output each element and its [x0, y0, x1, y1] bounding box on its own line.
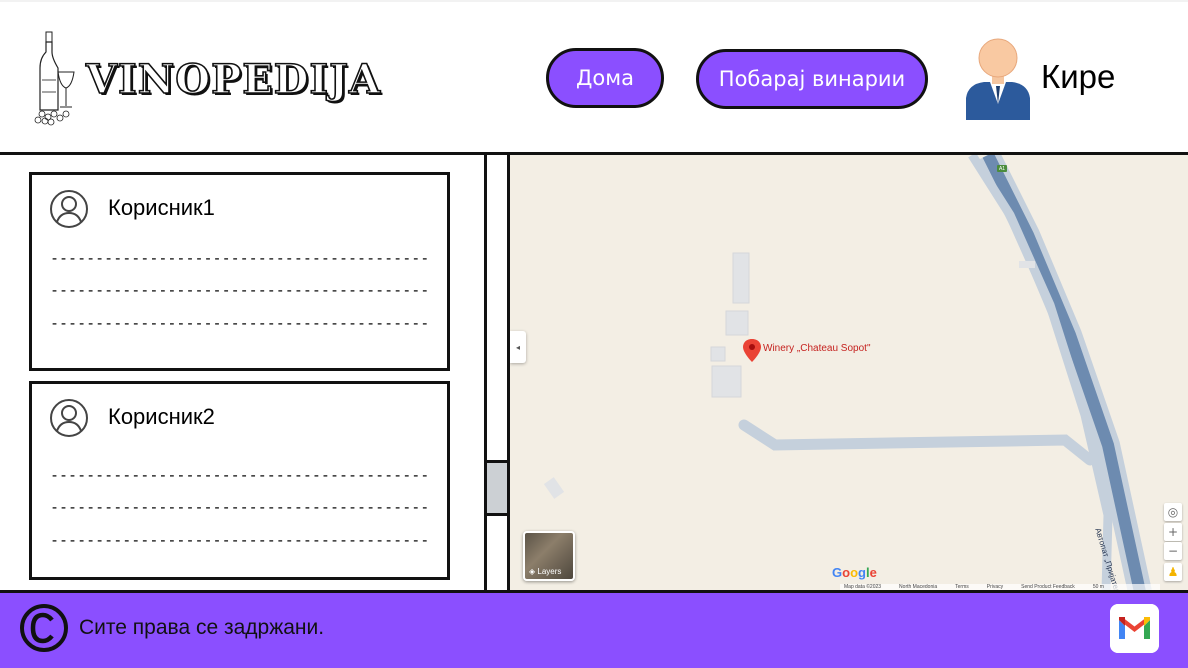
header: VINOPEDIJA Дома Побарај винарии Кире: [0, 0, 1188, 152]
zoom-in-button[interactable]: +: [1164, 523, 1182, 541]
comments-panel: Корисник1 ------------------------------…: [0, 155, 484, 592]
comment-text-line: ----------------------------------------…: [50, 314, 430, 332]
comment-card: Корисник1 ------------------------------…: [29, 172, 450, 371]
collapse-panel-button[interactable]: ◂: [510, 331, 526, 363]
comment-text-line: ----------------------------------------…: [50, 249, 430, 267]
user-avatar-icon: [966, 38, 1030, 120]
copyright-text: Сите права се задржани.: [79, 616, 325, 639]
comments-scrollbar[interactable]: [484, 155, 510, 592]
comment-text-line: ----------------------------------------…: [50, 281, 430, 299]
my-location-button[interactable]: ◎: [1164, 503, 1182, 521]
comment-card: Корисник2 ------------------------------…: [29, 381, 450, 580]
layers-button[interactable]: ◈ Layers: [523, 531, 575, 581]
wine-bottle-icon: [34, 31, 75, 126]
search-wineries-button[interactable]: Побарај винарии: [696, 49, 928, 109]
comment-text-line: ----------------------------------------…: [50, 466, 430, 484]
map-canvas: [543, 155, 1152, 592]
copyright-icon: [20, 604, 68, 652]
google-logo: Google: [832, 565, 877, 580]
site-logo[interactable]: VINOPEDIJA: [32, 30, 382, 128]
zoom-out-button[interactable]: −: [1164, 542, 1182, 560]
scrollbar-thumb[interactable]: [487, 460, 507, 516]
user-circle-icon: [50, 399, 88, 437]
marker-label[interactable]: Winery „Chateau Sopot": [763, 343, 871, 354]
road-badge: A1: [997, 165, 1007, 172]
layers-label-text: Layers: [537, 567, 562, 576]
map-view[interactable]: ◂ A1 Winery „Chateau Sopot" Автопат „При…: [510, 155, 1188, 592]
comment-text-line: ----------------------------------------…: [50, 498, 430, 516]
user-circle-icon: [50, 190, 88, 228]
comment-author: Корисник2: [108, 404, 215, 429]
comment-text-line: ----------------------------------------…: [50, 531, 430, 549]
username: Кире: [1041, 58, 1116, 95]
user-profile[interactable]: Кире: [964, 38, 1164, 120]
site-title: VINOPEDIJA: [85, 55, 382, 104]
home-button[interactable]: Дома: [546, 48, 664, 108]
footer: Сите права се задржани.: [0, 593, 1188, 668]
map-marker-icon: [743, 339, 761, 362]
layers-label: ◈ Layers: [529, 567, 562, 576]
pegman-icon[interactable]: ♟: [1164, 563, 1182, 581]
comment-author: Корисник1: [108, 195, 215, 220]
gmail-icon[interactable]: [1110, 604, 1159, 653]
